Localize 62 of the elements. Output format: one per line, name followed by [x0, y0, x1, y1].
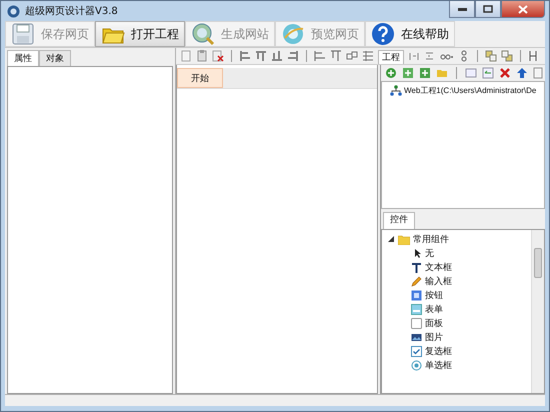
up-arrow-icon[interactable]: [516, 67, 528, 79]
maximize-icon: [483, 5, 493, 13]
spacing-icon[interactable]: [408, 50, 420, 62]
same-height-icon[interactable]: [330, 50, 342, 62]
minimize-icon: [458, 8, 466, 10]
panel-tab[interactable]: 工程: [378, 50, 404, 64]
copy-icon[interactable]: [180, 50, 192, 62]
sitemap-icon: [390, 85, 402, 96]
tree-item[interactable]: 复选框: [387, 344, 531, 358]
add-icon[interactable]: [419, 67, 431, 79]
same-width-icon[interactable]: [314, 50, 326, 62]
app-icon: [7, 4, 20, 18]
tree-item[interactable]: 文本框: [387, 260, 531, 274]
tree-item[interactable]: 无: [387, 246, 531, 260]
document-icon[interactable]: [533, 67, 543, 79]
form-icon: [411, 304, 422, 314]
align-left-icon[interactable]: [239, 50, 251, 62]
radio-icon: [411, 360, 422, 370]
close-icon: [518, 4, 528, 14]
add-icon[interactable]: [385, 67, 397, 79]
align-right-icon[interactable]: [287, 50, 299, 62]
panel-tab[interactable]: 控件: [383, 212, 415, 229]
letter-t-icon: [411, 262, 422, 272]
button-control-icon: [411, 290, 422, 300]
expand-toggle-icon[interactable]: [387, 235, 395, 243]
image-icon: [411, 332, 422, 342]
tree-item[interactable]: 面板: [387, 316, 531, 330]
scrollbar[interactable]: [531, 230, 544, 393]
align-top-icon[interactable]: [255, 50, 267, 62]
tree-item[interactable]: Web工程1(C:\Users\Administrator\De: [390, 85, 544, 96]
delete-icon[interactable]: [499, 67, 511, 79]
paste-icon[interactable]: [196, 50, 208, 62]
pencil-icon: [411, 276, 422, 286]
add-icon[interactable]: [402, 67, 414, 79]
send-back-icon[interactable]: [501, 50, 513, 62]
panel-icon: [411, 318, 422, 328]
page-tab[interactable]: 开始: [177, 68, 223, 88]
tree-item[interactable]: 按钮: [387, 288, 531, 302]
same-size-icon[interactable]: [346, 50, 358, 62]
toolbar-button[interactable]: 在线帮助: [365, 21, 455, 47]
panel-tab[interactable]: 对象: [39, 50, 71, 66]
tree-item[interactable]: 表单: [387, 302, 531, 316]
align-bottom-icon[interactable]: [271, 50, 283, 62]
magnifier-globe-icon: [191, 22, 215, 46]
help-icon: [371, 22, 395, 46]
maximize-button[interactable]: [475, 1, 501, 18]
tree-item[interactable]: 单选框: [387, 358, 531, 372]
tree-item[interactable]: 输入框: [387, 274, 531, 288]
panel-tab[interactable]: 属性: [7, 50, 39, 66]
tree-item[interactable]: 图片: [387, 330, 531, 344]
toolbar-button[interactable]: 打开工程: [95, 21, 185, 47]
checkbox-icon: [411, 346, 422, 356]
bring-front-icon[interactable]: [485, 50, 497, 62]
spacing-icon[interactable]: [424, 50, 436, 62]
minimize-button[interactable]: [449, 1, 475, 18]
delete-icon[interactable]: [212, 50, 224, 62]
folder-icon: [398, 234, 410, 244]
window-title: 超级网页设计器V3.8: [25, 4, 118, 18]
import-icon[interactable]: [482, 67, 494, 79]
close-button[interactable]: [501, 1, 545, 18]
tree-item[interactable]: 常用组件: [387, 232, 531, 246]
globe-icon: [281, 22, 305, 46]
